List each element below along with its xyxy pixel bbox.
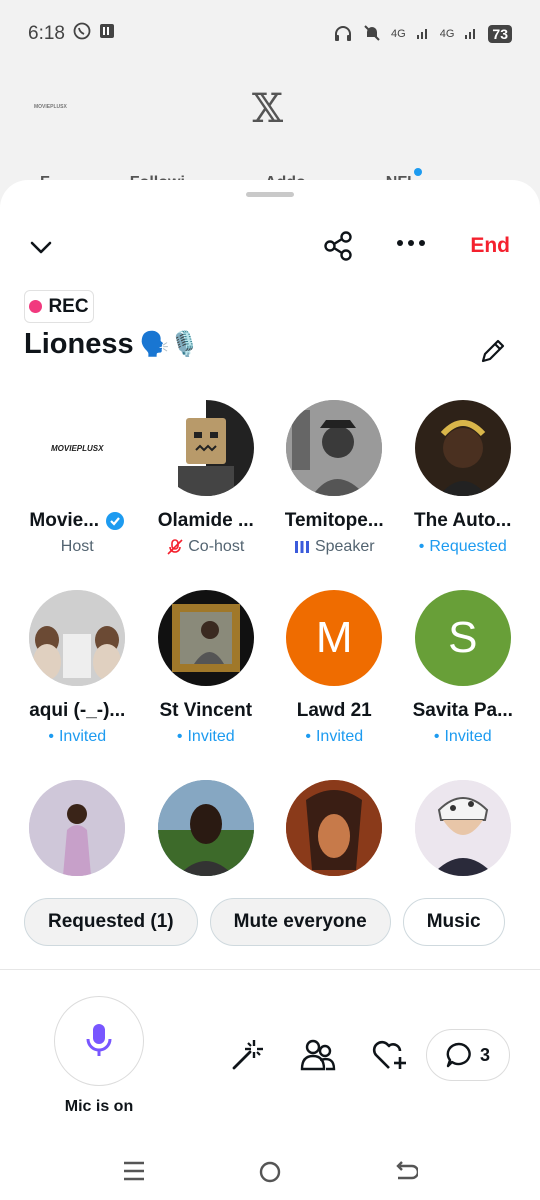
participant-card[interactable]: The Auto... • Requested: [399, 400, 528, 590]
status-bar: 6:18 4G 4G 73: [0, 0, 540, 68]
battery-indicator: 73: [488, 25, 512, 43]
recording-dot: [29, 300, 43, 313]
participant-name: The Auto...: [414, 510, 512, 531]
participant-grid: MOVIEPLUSX Movie... Host Olamide ... Co-…: [13, 400, 527, 880]
participant-role: Speaker: [294, 538, 375, 556]
space-toolbar: End: [0, 228, 540, 268]
participant-card[interactable]: St Vincent • Invited: [142, 590, 271, 780]
back-icon[interactable]: [392, 1160, 418, 1184]
participant-name: aqui (-_-)...: [29, 700, 126, 721]
x-logo-icon: 𝕏: [252, 86, 284, 132]
participant-card[interactable]: [270, 780, 399, 880]
participant-card[interactable]: [142, 780, 271, 880]
participant-role: Co-host: [167, 538, 244, 556]
participant-card[interactable]: Olamide ... Co-host: [142, 400, 271, 590]
avatar[interactable]: [29, 590, 126, 686]
whatsapp-icon: [73, 22, 91, 46]
avatar[interactable]: [414, 400, 511, 496]
avatar[interactable]: [157, 400, 254, 496]
more-options-icon[interactable]: [396, 238, 426, 248]
mic-status-label: Mic is on: [64, 1098, 134, 1115]
heart-plus-icon[interactable]: [372, 1039, 408, 1071]
background-header: MOVIEPLUSX 𝕏 F Followi Addo NFI: [0, 68, 540, 191]
participant-name: Temitope...: [284, 510, 384, 531]
magic-wand-icon[interactable]: [230, 1038, 264, 1072]
recording-badge: REC: [24, 290, 94, 323]
participant-name: Movie...: [29, 510, 125, 532]
edit-pencil-icon[interactable]: [478, 336, 508, 371]
participant-role: • Invited: [433, 728, 492, 745]
comment-count: 3: [479, 1044, 490, 1065]
avatar[interactable]: [414, 780, 511, 876]
avatar[interactable]: [286, 780, 383, 876]
avatar[interactable]: S: [414, 590, 511, 686]
participant-card[interactable]: M Lawd 21 • Invited: [270, 590, 399, 780]
participant-card[interactable]: Temitope... Speaker: [270, 400, 399, 590]
participant-card[interactable]: aqui (-_-)... • Invited: [13, 590, 142, 780]
space-title-emojis: 🗣️🎙️: [139, 331, 200, 358]
status-time: 6:18: [28, 23, 65, 44]
avatar-letter: S: [448, 613, 478, 662]
mic-toggle-button[interactable]: [54, 996, 144, 1086]
bell-muted-icon: [363, 24, 381, 45]
participant-role: • Invited: [176, 728, 235, 745]
home-icon[interactable]: [258, 1160, 282, 1184]
end-space-button[interactable]: End: [470, 234, 510, 258]
avatar-letter: M: [315, 613, 353, 662]
participant-role: • Invited: [48, 728, 107, 745]
participant-role: • Requested: [418, 538, 507, 555]
people-icon[interactable]: [300, 1038, 336, 1072]
comment-bubble-icon: [446, 1042, 471, 1068]
new-indicator-dot: [414, 168, 422, 176]
space-title: Lioness 🗣️🎙️: [24, 328, 199, 361]
drag-handle[interactable]: [246, 192, 294, 197]
comments-button[interactable]: 3: [426, 1029, 510, 1081]
participant-card[interactable]: [399, 780, 528, 880]
requested-button[interactable]: Requested (1): [24, 898, 198, 946]
action-chips: Requested (1) Mute everyone Music: [24, 898, 505, 946]
participant-name: St Vincent: [159, 700, 253, 721]
share-icon[interactable]: [322, 230, 354, 262]
system-navigation-bar: [0, 1140, 540, 1200]
participant-card[interactable]: S Savita Pa... • Invited: [399, 590, 528, 780]
avatar[interactable]: [286, 400, 383, 496]
app-notification-icon: [99, 23, 115, 45]
avatar[interactable]: [157, 590, 254, 686]
chevron-down-icon[interactable]: [28, 234, 54, 260]
signal-1: 4G: [391, 28, 406, 40]
verified-badge-icon: [106, 512, 125, 530]
mic-muted-icon: [167, 539, 183, 555]
avatar[interactable]: MOVIEPLUSX: [29, 400, 126, 496]
divider: [0, 969, 540, 970]
space-sheet: End REC Lioness 🗣️🎙️ MOVIEPLUSX Movie...…: [0, 180, 540, 1200]
participant-card[interactable]: [13, 780, 142, 880]
profile-logo[interactable]: MOVIEPLUSX: [34, 104, 67, 110]
microphone-icon: [86, 1024, 112, 1056]
signal-bars-icon: [464, 26, 478, 43]
speaker-bars-icon: [294, 541, 309, 553]
avatar[interactable]: M: [286, 590, 383, 686]
participant-role: • Invited: [305, 728, 364, 745]
headphones-icon: [333, 24, 353, 45]
signal-2: 4G: [439, 28, 455, 40]
participant-name: Lawd 21: [296, 700, 372, 721]
participant-role: Host: [60, 538, 94, 555]
avatar[interactable]: [157, 780, 254, 876]
rec-label: REC: [48, 295, 89, 317]
recent-apps-icon[interactable]: [122, 1160, 146, 1182]
mute-everyone-button[interactable]: Mute everyone: [209, 898, 391, 946]
music-button[interactable]: Music: [402, 898, 505, 946]
space-title-text: Lioness: [24, 328, 134, 360]
signal-bars-icon: [416, 26, 430, 43]
participant-card[interactable]: MOVIEPLUSX Movie... Host: [13, 400, 142, 590]
participant-name: Olamide ...: [157, 510, 254, 531]
participant-name: Savita Pa...: [412, 700, 513, 721]
avatar[interactable]: [29, 780, 126, 876]
